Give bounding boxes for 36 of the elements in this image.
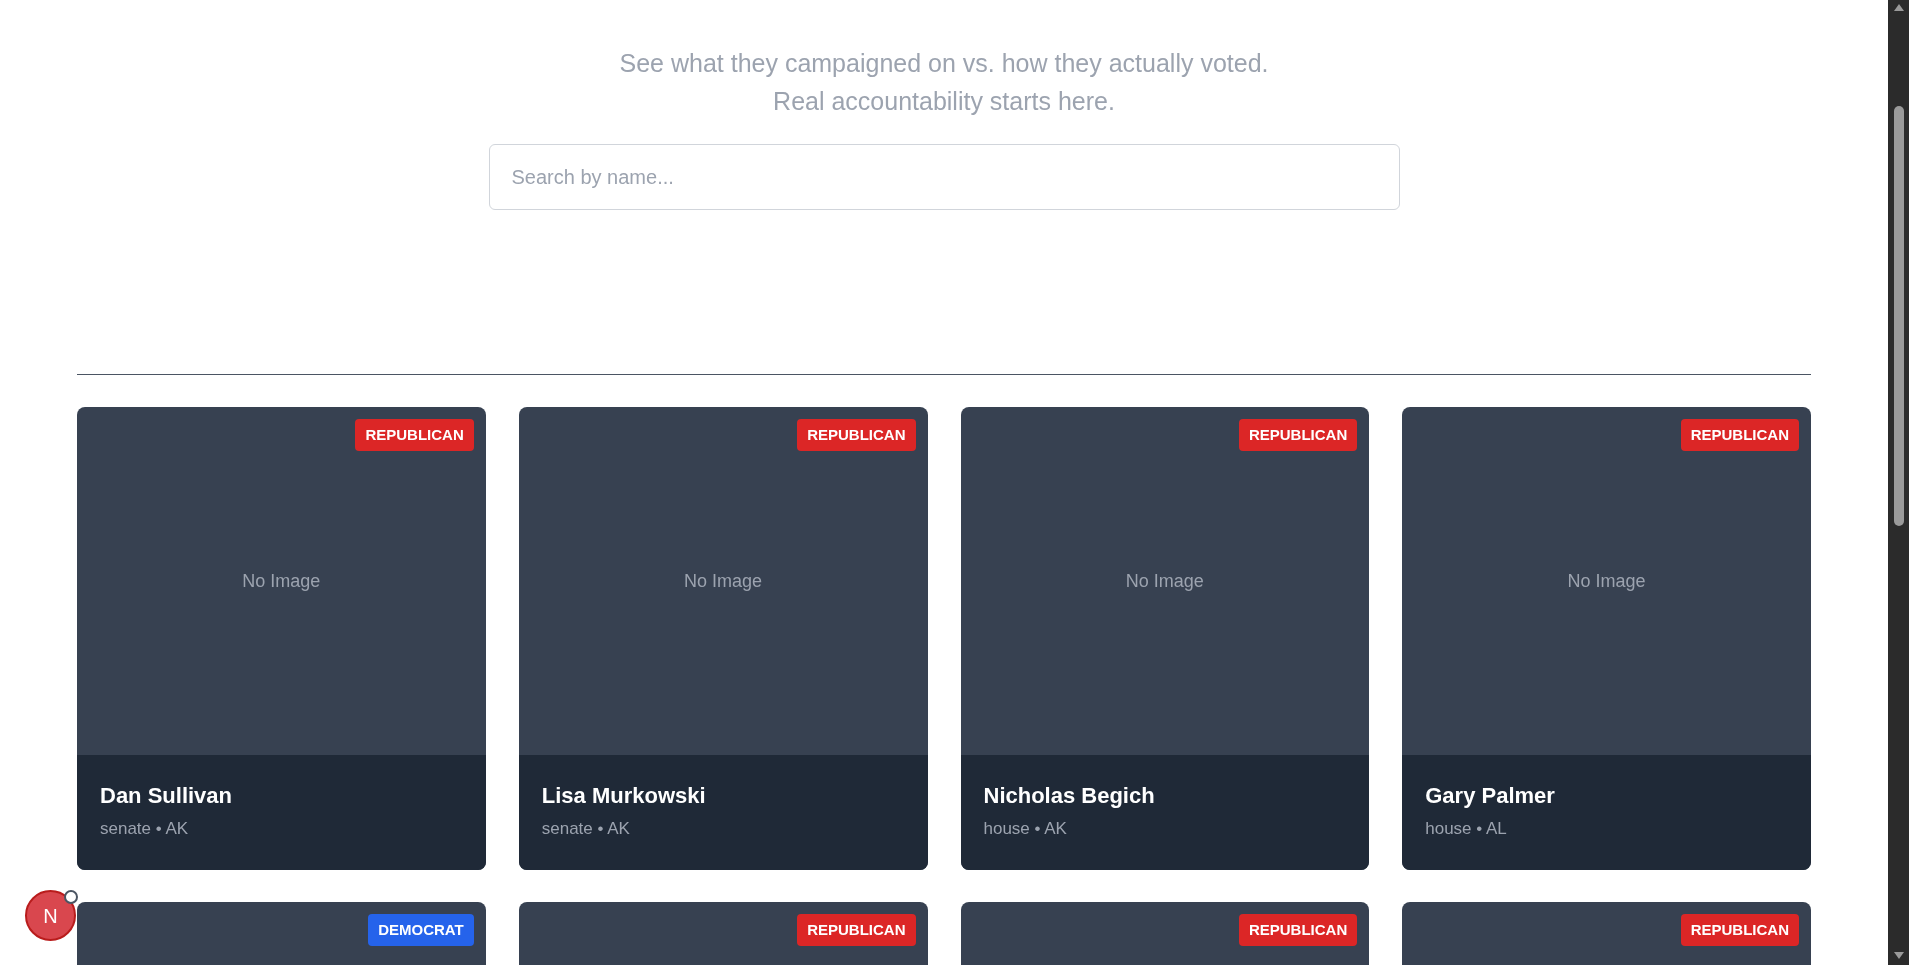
politician-name: Nicholas Begich (983, 782, 1155, 810)
party-badge: REPUBLICAN (1680, 419, 1799, 451)
politician-card[interactable]: DEMOCRAT (77, 902, 486, 965)
scrollbar[interactable] (1888, 0, 1909, 965)
politician-card[interactable]: REPUBLICAN (1402, 902, 1811, 965)
party-badge: REPUBLICAN (355, 419, 474, 451)
politician-card[interactable]: REPUBLICAN (518, 902, 928, 965)
party-badge: REPUBLICAN (797, 419, 916, 451)
politician-name: Gary Palmer (1425, 782, 1555, 810)
no-image-text: No Image (242, 569, 321, 593)
tagline: See what they campaigned on vs. how they actually voted. (619, 48, 1269, 79)
politician-card[interactable]: REPUBLICAN (960, 902, 1370, 965)
politician-card[interactable]: REPUBLICAN No Image Nicholas Begich house • AK (960, 407, 1370, 870)
tagline: Real accountability starts here. (773, 86, 1115, 117)
politician-card[interactable]: REPUBLICAN No Image Lisa Murkowski senate • AK (518, 407, 928, 870)
no-image-text: No Image (684, 569, 763, 593)
party-badge: REPUBLICAN (797, 914, 916, 946)
politician-meta: senate • AK (541, 818, 630, 840)
politician-name: Dan Sullivan (100, 782, 233, 810)
scrollbar-thumb[interactable] (1893, 106, 1904, 526)
politician-card[interactable]: REPUBLICAN No Image Dan Sullivan senate • AK (77, 407, 486, 870)
party-badge: REPUBLICAN (1680, 914, 1799, 946)
politician-meta: house • AL (1425, 818, 1507, 840)
politician-meta: senate • AK (100, 818, 189, 840)
politician-name: Lisa Murkowski (541, 782, 706, 810)
politician-meta: house • AK (983, 818, 1067, 840)
party-badge: REPUBLICAN (1238, 914, 1358, 946)
scroll-up-icon[interactable] (1893, 4, 1904, 11)
scroll-down-icon[interactable] (1893, 952, 1904, 959)
politician-card[interactable]: REPUBLICAN No Image Gary Palmer house • AL (1402, 407, 1811, 870)
no-image-text: No Image (1125, 569, 1204, 593)
party-badge: DEMOCRAT (368, 914, 474, 946)
no-image-text: No Image (1567, 569, 1646, 593)
floating-avatar-button[interactable]: N (25, 890, 76, 941)
search-field[interactable]: Search by name... (488, 144, 1400, 210)
party-badge: REPUBLICAN (1238, 419, 1358, 451)
